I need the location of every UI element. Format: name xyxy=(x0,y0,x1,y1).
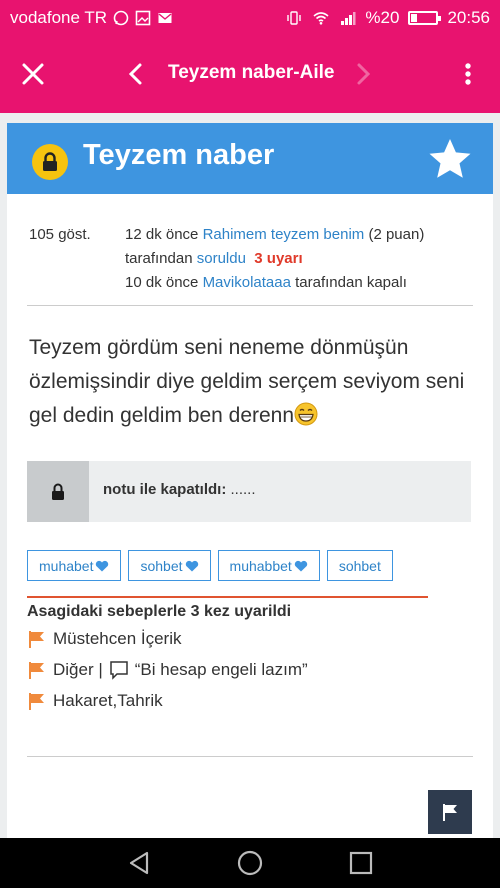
flag-icon xyxy=(29,662,44,679)
warning-count[interactable]: 3 uyarı xyxy=(254,250,302,267)
status-bar: vodafone TR %20 20:56 xyxy=(0,0,500,35)
whatsapp-icon xyxy=(113,10,129,25)
battery-percent: %20 xyxy=(365,7,400,27)
forward-icon[interactable] xyxy=(352,59,376,89)
heart-icon xyxy=(96,560,109,571)
closed-time: 10 dk önce xyxy=(125,274,199,291)
asker-link[interactable]: Rahimem teyzem benim xyxy=(203,226,365,243)
grin-emoji-icon xyxy=(294,402,318,426)
view-count: 105 göst. xyxy=(29,226,91,243)
lock-icon xyxy=(52,483,64,500)
page-content: Teyzem naber 105 göst. 12 dk önce Rahime… xyxy=(0,113,500,838)
warning-reason-text: Diğer | xyxy=(53,660,103,679)
asker-points: (2 puan) xyxy=(368,226,425,243)
clock: 20:56 xyxy=(447,7,490,27)
mail-icon xyxy=(158,12,172,23)
asked-link[interactable]: soruldu xyxy=(197,250,246,267)
closed-lock-cell xyxy=(27,461,89,522)
tag-sohbet[interactable]: sohbet xyxy=(128,550,211,581)
nav-back-icon[interactable] xyxy=(125,849,153,877)
wifi-icon xyxy=(313,11,329,25)
nav-recents-icon[interactable] xyxy=(347,849,375,877)
nav-home-icon[interactable] xyxy=(236,849,264,877)
tag-list: muhabet sohbet muhabbet sohbet xyxy=(27,550,393,581)
tag-muhabbet[interactable]: muhabbet xyxy=(217,550,320,581)
warning-comment: “Bi hesap engeli lazım” xyxy=(134,660,308,679)
closed-note-text: notu ile kapatıldı: ...... xyxy=(103,481,256,498)
warning-reason-text: Müstehcen İçerik xyxy=(53,629,182,648)
vibrate-icon xyxy=(287,10,302,25)
question-info: 12 dk önce Rahimem teyzem benim (2 puan)… xyxy=(125,223,475,295)
closer-link[interactable]: Mavikolataaa xyxy=(203,274,291,291)
flag-icon xyxy=(29,693,44,710)
tag-label: sohbet xyxy=(140,557,183,574)
close-icon[interactable] xyxy=(18,59,48,89)
back-icon[interactable] xyxy=(123,59,147,89)
system-nav-bar xyxy=(0,838,500,888)
heart-icon xyxy=(294,560,308,571)
app-bar: Teyzem naber-Aile xyxy=(0,35,500,113)
divider xyxy=(27,756,473,757)
question-title: Teyzem naber xyxy=(83,139,275,171)
question-header: Teyzem naber xyxy=(7,123,493,194)
tag-label: sohbet xyxy=(338,557,381,574)
divider xyxy=(27,305,473,306)
lock-badge xyxy=(32,144,68,180)
signal-icon xyxy=(341,11,356,25)
asked-time: 12 dk önce xyxy=(125,226,199,243)
flag-icon xyxy=(29,631,44,648)
app-bar-title: Teyzem naber-Aile xyxy=(168,62,335,83)
warning-reason: Hakaret,Tahrik xyxy=(27,691,163,711)
warning-divider xyxy=(27,596,428,598)
closed-note-label: notu ile kapatıldı: xyxy=(103,481,227,498)
closed-note-value: ...... xyxy=(230,481,256,498)
tag-sohbet-2[interactable]: sohbet xyxy=(326,550,393,581)
heart-icon xyxy=(185,560,198,571)
question-body: Teyzem gördüm seni neneme dönmüşün özlem… xyxy=(29,331,475,433)
warning-reason-text: Hakaret,Tahrik xyxy=(53,691,163,710)
tag-label: muhabet xyxy=(39,557,94,574)
warnings-title: Asagidaki sebeplerle 3 kez uyarildi xyxy=(27,603,292,620)
image-icon xyxy=(135,10,151,25)
report-flag-icon xyxy=(443,804,457,821)
closed-by-text: tarafından kapalı xyxy=(295,274,407,291)
lock-icon xyxy=(43,152,57,171)
carrier-name: vodafone TR xyxy=(10,7,108,27)
tag-label: muhabbet xyxy=(229,557,292,574)
by-text: tarafından xyxy=(125,250,193,267)
question-card: Teyzem naber 105 göst. 12 dk önce Rahime… xyxy=(7,123,493,838)
star-icon[interactable] xyxy=(427,137,473,181)
battery-icon xyxy=(408,10,442,25)
warning-reason: Müstehcen İçerik xyxy=(27,629,182,649)
tag-muhabet[interactable]: muhabet xyxy=(27,550,122,581)
question-text: Teyzem gördüm seni neneme dönmüşün özlem… xyxy=(29,336,465,427)
menu-icon[interactable] xyxy=(456,59,480,89)
report-button[interactable] xyxy=(428,790,472,834)
comment-icon xyxy=(110,661,128,680)
closed-note-box: notu ile kapatıldı: ...... xyxy=(27,461,471,522)
warning-reason: Diğer | “Bi hesap engeli lazım” xyxy=(27,660,308,680)
